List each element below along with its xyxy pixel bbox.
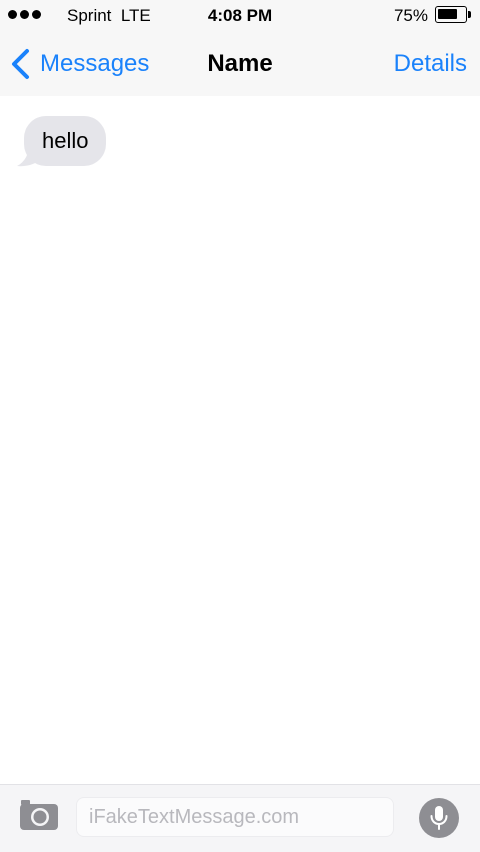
status-bar: Sprint LTE 4:08 PM 75%	[0, 0, 480, 32]
camera-icon[interactable]	[19, 799, 59, 831]
message-input[interactable]	[76, 797, 394, 837]
incoming-message-bubble: hello	[24, 116, 107, 166]
conversation-area[interactable]: hello	[0, 96, 480, 784]
messages-screen: Sprint LTE 4:08 PM 75% Messages Name Det…	[0, 0, 480, 852]
message-item: hello	[17, 116, 107, 167]
nav-bar: Messages Name Details	[0, 32, 480, 96]
battery-icon	[435, 6, 471, 23]
battery-percent: 75%	[393, 6, 428, 25]
battery-fill	[438, 9, 457, 19]
battery-nub	[468, 11, 471, 18]
details-button[interactable]: Details	[394, 50, 467, 78]
battery-body	[435, 6, 467, 23]
input-bar	[0, 784, 480, 852]
microphone-icon	[430, 806, 448, 830]
microphone-button[interactable]	[419, 798, 459, 838]
